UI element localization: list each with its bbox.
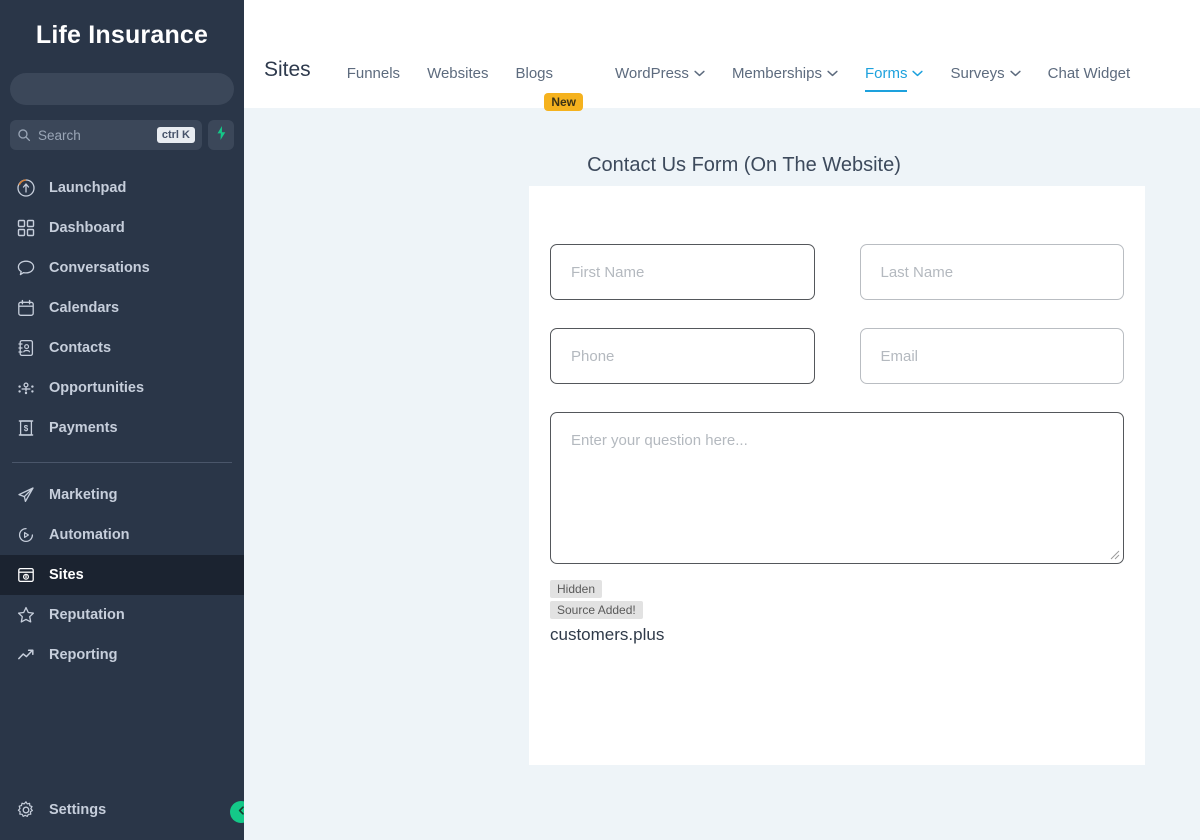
- hidden-field-group: Hidden Source Added! customers.plus: [550, 580, 1124, 645]
- brand-title: Life Insurance: [35, 20, 209, 49]
- quick-actions-button[interactable]: [208, 120, 234, 150]
- sidebar-item-label: Automation: [49, 527, 130, 543]
- sidebar-item-label: Settings: [49, 802, 107, 818]
- sidebar-item-calendars[interactable]: Calendars: [0, 288, 244, 328]
- last-name-placeholder: Last Name: [880, 263, 954, 281]
- network-nodes-icon: [16, 378, 36, 398]
- search-icon: [17, 128, 31, 142]
- top-nav-tabs: Sites Funnels Websites Blogs New WordPre…: [260, 0, 1200, 112]
- last-name-field[interactable]: Last Name: [859, 244, 1124, 300]
- grid-squares-icon: [16, 218, 36, 238]
- sidebar-item-automation[interactable]: Automation: [0, 515, 244, 555]
- resize-handle-icon[interactable]: [1109, 549, 1120, 560]
- sidebar-item-label: Launchpad: [49, 180, 127, 196]
- search-placeholder: Search: [38, 127, 81, 143]
- tab-funnels[interactable]: Funnels: [347, 65, 400, 108]
- sidebar-item-reporting[interactable]: Reporting: [0, 635, 244, 675]
- top-navigation-bar: Sites Funnels Websites Blogs New WordPre…: [244, 0, 1200, 112]
- calendar-icon: [16, 298, 36, 318]
- app-root: Life Insurance Search ctrl K Launchpad D…: [0, 0, 1200, 840]
- page-title: Sites: [264, 58, 311, 81]
- sidebar-item-label: Reputation: [49, 607, 125, 623]
- phone-placeholder: Phone: [571, 347, 615, 365]
- sidebar-item-label: Opportunities: [49, 380, 145, 396]
- main-area: Sites Funnels Websites Blogs New WordPre…: [244, 0, 1200, 840]
- tab-forms[interactable]: Forms: [864, 65, 924, 108]
- paper-plane-icon: [16, 485, 36, 505]
- sidebar-item-label: Conversations: [49, 260, 150, 276]
- search-input[interactable]: Search ctrl K: [10, 120, 202, 150]
- sidebar-item-conversations[interactable]: Conversations: [0, 248, 244, 288]
- form-preview-card-secondary: [529, 648, 1145, 758]
- sidebar-item-label: Calendars: [49, 300, 120, 316]
- sidebar-item-reputation[interactable]: Reputation: [0, 595, 244, 635]
- sidebar-item-label: Contacts: [49, 340, 112, 356]
- tab-label: Websites: [427, 65, 489, 82]
- first-name-field[interactable]: First Name: [550, 244, 815, 300]
- tab-label: Blogs: [515, 65, 554, 82]
- chat-bubble-icon: [16, 258, 36, 278]
- email-field[interactable]: Email: [859, 328, 1124, 384]
- name-row: First Name Last Name: [550, 244, 1124, 300]
- dollar-receipt-icon: $: [16, 418, 36, 438]
- tab-label: Forms: [864, 65, 908, 82]
- sidebar-divider: [12, 462, 232, 463]
- chevron-down-icon: [827, 70, 838, 77]
- svg-text:$: $: [24, 424, 29, 433]
- sidebar-item-payments[interactable]: $ Payments: [0, 408, 244, 448]
- contact-row: Phone Email: [550, 328, 1124, 384]
- sidebar-item-sites[interactable]: Sites: [0, 555, 244, 595]
- sidebar-item-label: Reporting: [49, 647, 118, 663]
- browser-window-icon: [16, 565, 36, 585]
- trending-up-icon: [16, 645, 36, 665]
- sidebar-item-launchpad[interactable]: Launchpad: [0, 168, 244, 208]
- chevron-down-icon: [912, 70, 924, 77]
- sidebar-item-marketing[interactable]: Marketing: [0, 475, 244, 515]
- sidebar-item-label: Marketing: [49, 487, 118, 503]
- chevron-left-icon: [236, 803, 245, 821]
- sidebar-item-label: Sites: [49, 567, 84, 583]
- phone-field[interactable]: Phone: [550, 328, 815, 384]
- form-title: Contact Us Form (On The Website): [587, 154, 901, 176]
- tab-wordpress[interactable]: WordPress: [615, 65, 705, 108]
- sidebar-item-opportunities[interactable]: Opportunities: [0, 368, 244, 408]
- tab-label: Chat Widget: [1047, 65, 1131, 82]
- source-added-chip: Source Added!: [550, 601, 643, 619]
- gear-icon: [16, 800, 36, 820]
- source-value: customers.plus: [550, 625, 665, 644]
- sidebar-item-settings[interactable]: Settings: [0, 790, 244, 830]
- rocket-launch-icon: [16, 178, 36, 198]
- address-book-icon: [16, 338, 36, 358]
- lightning-bolt-icon: [215, 125, 228, 145]
- tab-label: Funnels: [346, 65, 401, 82]
- tab-blogs[interactable]: Blogs New: [515, 65, 584, 112]
- sidebar-item-label: Payments: [49, 420, 118, 436]
- email-placeholder: Email: [880, 347, 919, 365]
- question-placeholder: Enter your question here...: [571, 432, 748, 449]
- tab-chat-widget[interactable]: Chat Widget: [1048, 65, 1131, 108]
- sidebar-item-contacts[interactable]: Contacts: [0, 328, 244, 368]
- location-selector[interactable]: [10, 73, 234, 105]
- tab-websites[interactable]: Websites: [427, 65, 488, 108]
- sidebar: Life Insurance Search ctrl K Launchpad D…: [0, 0, 244, 840]
- tab-surveys[interactable]: Surveys: [950, 65, 1021, 108]
- first-name-placeholder: First Name: [571, 263, 645, 281]
- tab-label: Surveys: [950, 65, 1005, 82]
- sidebar-nav-primary: Launchpad Dashboard Conversations Calend…: [0, 168, 244, 675]
- star-icon: [16, 605, 36, 625]
- search-shortcut-badge: ctrl K: [156, 126, 195, 144]
- question-textarea[interactable]: Enter your question here...: [550, 412, 1124, 564]
- chevron-down-icon: [694, 70, 705, 77]
- play-circle-icon: [16, 525, 36, 545]
- sidebar-item-label: Dashboard: [49, 220, 125, 236]
- form-preview-content: Contact Us Form (On The Website) First N…: [244, 108, 1200, 840]
- chevron-down-icon: [1010, 70, 1021, 77]
- hidden-chip: Hidden: [550, 580, 603, 598]
- tab-label: WordPress: [615, 65, 689, 82]
- sidebar-search-row: Search ctrl K: [10, 120, 234, 150]
- tab-memberships[interactable]: Memberships: [732, 65, 838, 108]
- sidebar-nav-footer: Settings: [0, 790, 244, 830]
- tab-label: Memberships: [731, 65, 822, 82]
- sidebar-item-dashboard[interactable]: Dashboard: [0, 208, 244, 248]
